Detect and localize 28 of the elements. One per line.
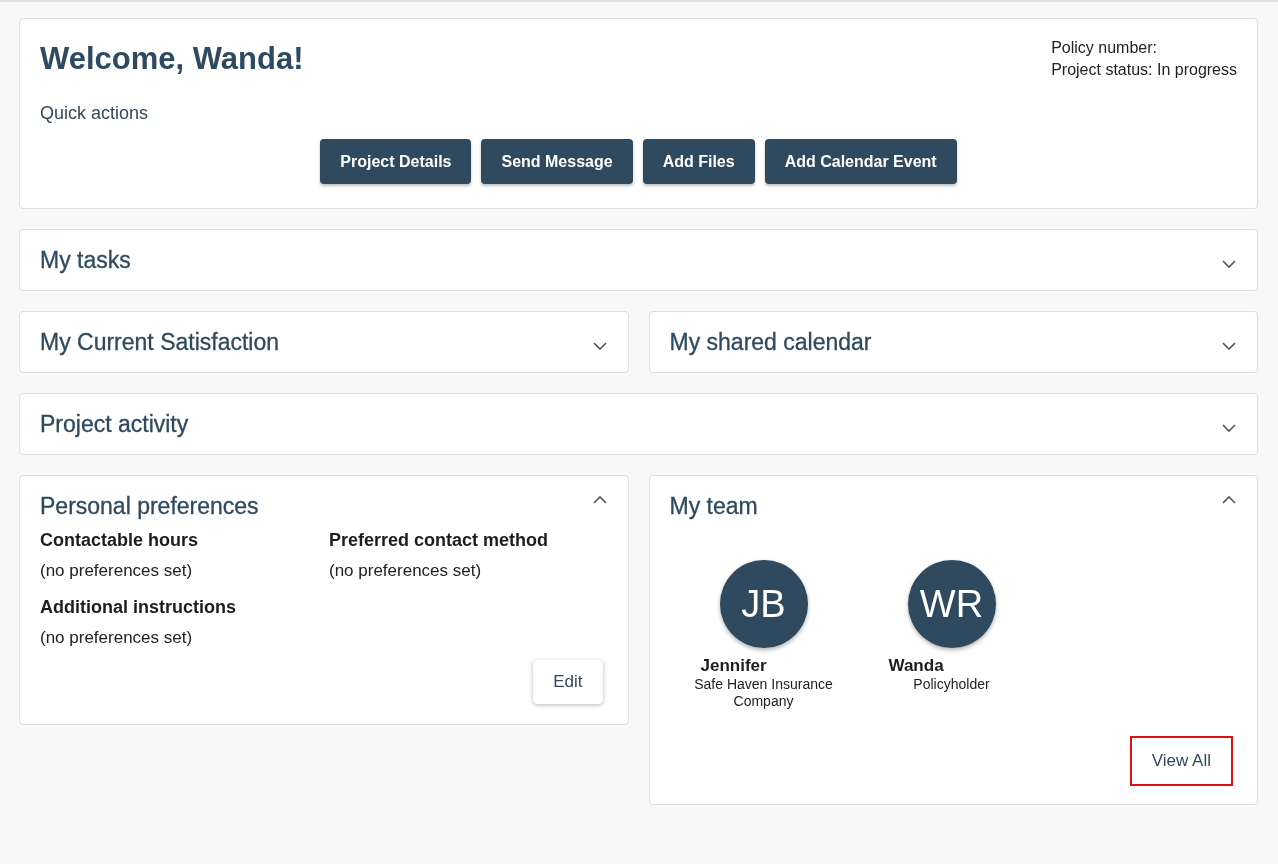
welcome-title: Welcome, Wanda! xyxy=(40,41,304,77)
panel-title: Personal preferences xyxy=(40,492,259,520)
field-value: (no preferences set) xyxy=(329,561,483,581)
avatar: WR xyxy=(907,560,996,648)
quick-actions-label: Quick actions xyxy=(40,103,150,124)
member-role: Safe Haven Insurance Company xyxy=(693,676,834,710)
policy-info: Policy number: xyxy=(1051,39,1158,57)
field-label: Additional instructions xyxy=(40,597,237,618)
field-value: (no preferences set) xyxy=(40,628,194,648)
field-label: Preferred contact method xyxy=(329,530,550,551)
panel-title: Project activity xyxy=(40,410,189,438)
quick-action-button[interactable]: Add Calendar Event xyxy=(764,139,957,184)
field-label: Contactable hours xyxy=(40,530,200,551)
quick-action-button[interactable]: Send Message xyxy=(481,139,633,184)
quick-action-button[interactable]: Add Files xyxy=(642,139,755,184)
panel-title: My team xyxy=(669,492,758,520)
policy-info: Project status: In progress xyxy=(1051,61,1237,79)
edit-button[interactable]: Edit xyxy=(533,660,603,704)
member-role: Policyholder xyxy=(912,676,991,693)
member-name: Wanda xyxy=(887,656,944,676)
panel-title: My tasks xyxy=(40,246,131,274)
avatar: JB xyxy=(719,560,808,648)
field-value: (no preferences set) xyxy=(40,561,194,581)
panel-title: My shared calendar xyxy=(669,328,872,356)
quick-action-button[interactable]: Project Details xyxy=(320,139,472,184)
view-all-button[interactable]: View All xyxy=(1129,736,1233,786)
member-name: Jennifer xyxy=(699,656,767,676)
panel-title: My Current Satisfaction xyxy=(40,328,280,356)
